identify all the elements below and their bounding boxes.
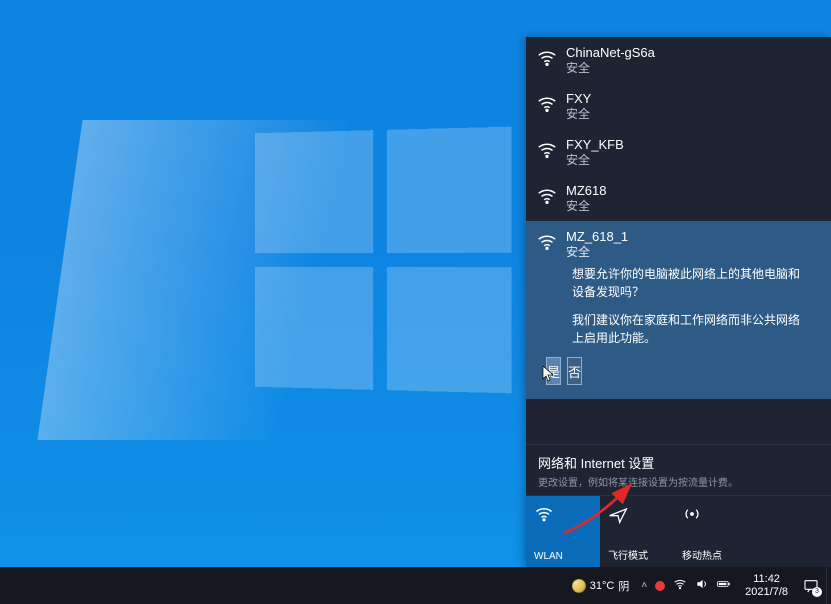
network-tray-icon[interactable]: [673, 577, 687, 594]
network-security: 安全: [566, 107, 591, 121]
weather-icon: [572, 579, 586, 593]
network-item[interactable]: FXY 安全: [526, 83, 831, 129]
weather-cond: 阴: [618, 578, 629, 594]
network-ssid: FXY_KFB: [566, 137, 624, 153]
wifi-icon: [536, 139, 562, 166]
network-ssid: ChinaNet-gS6a: [566, 45, 655, 61]
tray-chevron-icon[interactable]: ˄: [641, 580, 647, 591]
wifi-icon: [536, 47, 562, 74]
taskbar: 31°C 阴 ˄ 11:42 2021/7/8 3: [0, 567, 831, 604]
network-settings-link[interactable]: 网络和 Internet 设置 更改设置，例如将某连接设置为按流量计费。: [526, 444, 831, 491]
tile-hotspot[interactable]: 移动热点: [674, 496, 748, 568]
windows-logo: [255, 127, 511, 394]
network-item[interactable]: MZ618 安全: [526, 175, 831, 221]
network-security: 安全: [566, 61, 655, 75]
network-ssid: FXY: [566, 91, 591, 107]
tile-label: 移动热点: [682, 547, 740, 562]
volume-icon[interactable]: [695, 577, 709, 594]
network-item[interactable]: FXY_KFB 安全: [526, 129, 831, 175]
taskbar-clock[interactable]: 11:42 2021/7/8: [737, 573, 796, 599]
settings-subtitle: 更改设置，例如将某连接设置为按流量计费。: [538, 474, 819, 489]
tile-label: WLAN: [534, 551, 592, 562]
network-item-selected[interactable]: MZ_618_1 安全 想要允许你的电脑被此网络上的其他电脑和设备发现吗？ 我们…: [526, 221, 831, 399]
hotspot-icon: [682, 504, 740, 527]
cursor-icon: [542, 365, 556, 386]
clock-date: 2021/7/8: [745, 586, 788, 599]
tile-label: 飞行模式: [608, 547, 666, 562]
network-ssid: MZ618: [566, 183, 606, 199]
wifi-icon: [536, 93, 562, 120]
prompt-recommendation: 我们建议你在家庭和工作网络而非公共网络上启用此功能。: [572, 311, 809, 347]
battery-icon[interactable]: [717, 577, 731, 594]
yes-button[interactable]: 是: [546, 357, 561, 385]
clock-time: 11:42: [745, 573, 788, 586]
network-security: 安全: [566, 199, 606, 213]
no-button[interactable]: 否: [567, 357, 582, 385]
action-center-icon[interactable]: 3: [802, 577, 820, 595]
network-discovery-prompt: 想要允许你的电脑被此网络上的其他电脑和设备发现吗？ 我们建议你在家庭和工作网络而…: [536, 259, 821, 347]
desktop: ChinaNet-gS6a 安全 FXY 安全 FXY_KFB: [0, 0, 831, 604]
wifi-icon: [534, 504, 592, 527]
network-security: 安全: [566, 245, 628, 259]
tile-wlan[interactable]: WLAN: [526, 496, 600, 568]
network-ssid: MZ_618_1: [566, 229, 628, 245]
network-list: ChinaNet-gS6a 安全 FXY 安全 FXY_KFB: [526, 37, 831, 444]
taskbar-weather[interactable]: 31°C 阴: [566, 578, 636, 594]
no-label: 否: [568, 362, 581, 381]
tile-airplane[interactable]: 飞行模式: [600, 496, 674, 568]
record-icon[interactable]: [655, 581, 665, 591]
notification-badge: 3: [812, 587, 822, 597]
weather-temp: 31°C: [590, 580, 615, 592]
network-item[interactable]: ChinaNet-gS6a 安全: [526, 37, 831, 83]
quick-tiles: WLAN 飞行模式 移动热点: [526, 495, 831, 567]
wifi-icon: [536, 231, 562, 258]
wifi-icon: [536, 185, 562, 212]
airplane-icon: [608, 504, 666, 527]
system-tray: ˄: [635, 577, 737, 594]
show-desktop-button[interactable]: [826, 567, 831, 604]
network-security: 安全: [566, 153, 624, 167]
network-flyout: ChinaNet-gS6a 安全 FXY 安全 FXY_KFB: [526, 37, 831, 567]
prompt-question: 想要允许你的电脑被此网络上的其他电脑和设备发现吗？: [572, 265, 809, 301]
settings-title: 网络和 Internet 设置: [538, 453, 819, 472]
